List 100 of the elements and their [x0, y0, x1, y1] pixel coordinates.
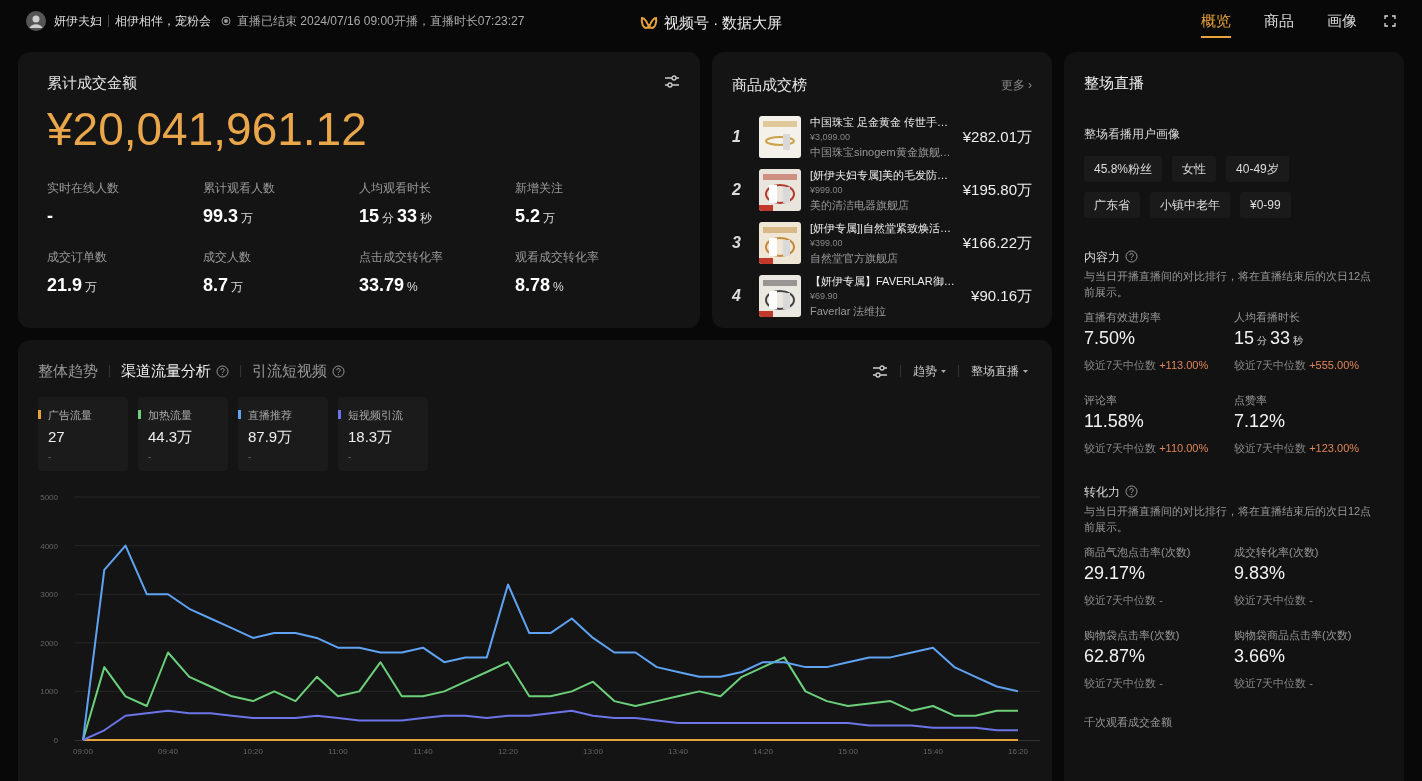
- nav-tab[interactable]: 概览: [1201, 3, 1231, 39]
- logo-icon: [640, 15, 658, 32]
- panel-title: 整场直播: [1084, 73, 1145, 93]
- metric-comparison: 较近7天中位数 -: [1234, 593, 1314, 608]
- channel-compare: -: [348, 449, 353, 464]
- metric-label: 商品气泡点击率(次数): [1084, 544, 1192, 560]
- nav-tab[interactable]: 画像: [1327, 3, 1357, 39]
- shop-name: 中国珠宝sinogem黄金旗舰…: [810, 144, 952, 160]
- section-title: 内容力: [1084, 248, 1120, 266]
- help-icon: [1125, 485, 1138, 498]
- channel-name: 短视频引流: [348, 407, 404, 423]
- metric-comparison: 较近7天中位数 +110.00%: [1084, 441, 1210, 456]
- tick-label: 2000: [40, 638, 58, 648]
- filter-icon[interactable]: [664, 74, 680, 89]
- tick-label: 15:40: [923, 746, 943, 756]
- tick-label: 11:40: [413, 746, 433, 756]
- channel-name: 广告流量: [48, 407, 93, 423]
- total-amount: ¥20,041,961.12: [47, 101, 368, 157]
- portrait-tag: 45.8%粉丝: [1084, 155, 1163, 182]
- channel-name: 加热流量: [148, 407, 193, 423]
- metric-label: 人均观看时长: [359, 179, 432, 197]
- tick-label: 3000: [40, 589, 58, 599]
- tick-label: 15:00: [838, 746, 858, 756]
- streamer-name: 妍伊夫妇: [54, 13, 102, 30]
- metric-label: 累计观看人数: [203, 179, 276, 197]
- metric-comparison: 较近7天中位数 -: [1084, 593, 1164, 608]
- rank-number: 3: [732, 233, 742, 253]
- metric-value: 7.50%: [1084, 327, 1137, 350]
- metric-label: 评论率: [1084, 392, 1118, 408]
- product-price: ¥999.00: [810, 183, 844, 197]
- channel-compare: -: [148, 449, 153, 464]
- rank-number: 4: [732, 286, 742, 306]
- metric-value: 99.3 万: [203, 204, 255, 228]
- shop-name: 美的清洁电器旗舰店: [810, 197, 910, 213]
- metric-label: 实时在线人数: [47, 179, 120, 197]
- chart-tab[interactable]: 引流短视频: [252, 360, 345, 383]
- product-name: [妍伊夫妇专属]美的毛发防…: [810, 167, 950, 183]
- metric-comparison: 较近7天中位数 +123.00%: [1234, 441, 1361, 456]
- metric-label: 成交订单数: [47, 248, 108, 266]
- sales-amount: ¥195.80万: [962, 179, 1032, 200]
- dropdown-button[interactable]: 整场直播: [971, 362, 1028, 381]
- metric-value: 15 分 33 秒: [359, 204, 434, 228]
- tick-label: 13:00: [583, 746, 603, 756]
- more-link[interactable]: 更多 ›: [1000, 76, 1032, 95]
- channel-value: 27: [48, 427, 66, 447]
- metric-comparison: 较近7天中位数 -: [1234, 676, 1314, 691]
- tick-label: 16:20: [1008, 746, 1028, 756]
- tick-label: 09:40: [158, 746, 178, 756]
- section-title: 整场看播用户画像: [1084, 125, 1181, 143]
- metric-value: 7.12%: [1234, 410, 1287, 433]
- metric-value: 11.58%: [1084, 410, 1145, 433]
- chart-tab[interactable]: 整体趋势: [38, 360, 98, 383]
- tick-label: 09:00: [73, 746, 93, 756]
- channel-value: 44.3万: [148, 427, 194, 447]
- fullscreen-icon[interactable]: [1384, 15, 1396, 27]
- section-title: 转化力: [1084, 483, 1120, 501]
- tick-label: 10:20: [243, 746, 263, 756]
- sales-amount: ¥282.01万: [962, 126, 1032, 147]
- channel-compare: -: [248, 449, 253, 464]
- tick-label: 1000: [40, 686, 58, 696]
- chart-tab[interactable]: 渠道流量分析: [121, 360, 229, 383]
- product-price: ¥3,099.00: [810, 130, 852, 144]
- card-title: 商品成交榜: [732, 75, 807, 95]
- metric-label: 成交转化率(次数): [1234, 544, 1320, 560]
- metric-label: 购物袋商品点击率(次数): [1234, 627, 1353, 643]
- metric-value: 3.66%: [1234, 645, 1287, 668]
- metric-label: 千次观看成交金额: [1084, 714, 1173, 730]
- metric-value: -: [47, 204, 54, 228]
- product-name: 【妍伊专属】FAVERLAR御…: [810, 273, 956, 289]
- metric-label: 购物袋点击率(次数): [1084, 627, 1181, 643]
- rank-number: 2: [732, 180, 742, 200]
- tick-label: 13:40: [668, 746, 688, 756]
- card-title: 累计成交金额: [47, 73, 138, 93]
- portrait-tag: 小镇中老年: [1150, 191, 1230, 218]
- metric-label: 点赞率: [1234, 392, 1268, 408]
- section-note: 与当日开播直播间的对比排行，将在直播结束后的次日12点前展示。: [1084, 268, 1373, 300]
- channel-value: 18.3万: [348, 427, 394, 447]
- metric-value: 8.78 %: [515, 273, 565, 297]
- product-name: 中国珠宝 足金黄金 传世手…: [810, 114, 950, 130]
- caret-icon: [941, 369, 946, 373]
- metric-value: 29.17%: [1084, 562, 1147, 585]
- channel-name: 直播推荐: [248, 407, 293, 423]
- metric-label: 观看成交转化率: [515, 248, 600, 266]
- nav-tab[interactable]: 商品: [1264, 3, 1294, 39]
- shop-name: Faverlar 法维拉: [810, 303, 888, 319]
- channel-value: 87.9万: [248, 427, 294, 447]
- stream-slogan: 相伊相伴，宠粉会: [115, 13, 211, 30]
- metric-value: 5.2 万: [515, 204, 557, 228]
- tick-label: 11:00: [328, 746, 348, 756]
- section-note: 与当日开播直播间的对比排行，将在直播结束后的次日12点前展示。: [1084, 503, 1373, 535]
- dropdown-button[interactable]: 趋势: [913, 362, 946, 381]
- filter-icon[interactable]: [872, 363, 888, 379]
- avatar-icon: [26, 11, 46, 31]
- portrait-tag: 广东省: [1084, 191, 1140, 218]
- sales-amount: ¥90.16万: [971, 285, 1032, 306]
- portrait-tag: ¥0-99: [1240, 191, 1291, 218]
- tick-label: 4000: [40, 541, 58, 551]
- metric-label: 点击成交转化率: [359, 248, 444, 266]
- metric-value: 21.9 万: [47, 273, 99, 297]
- metric-comparison: 较近7天中位数 +113.00%: [1084, 358, 1210, 373]
